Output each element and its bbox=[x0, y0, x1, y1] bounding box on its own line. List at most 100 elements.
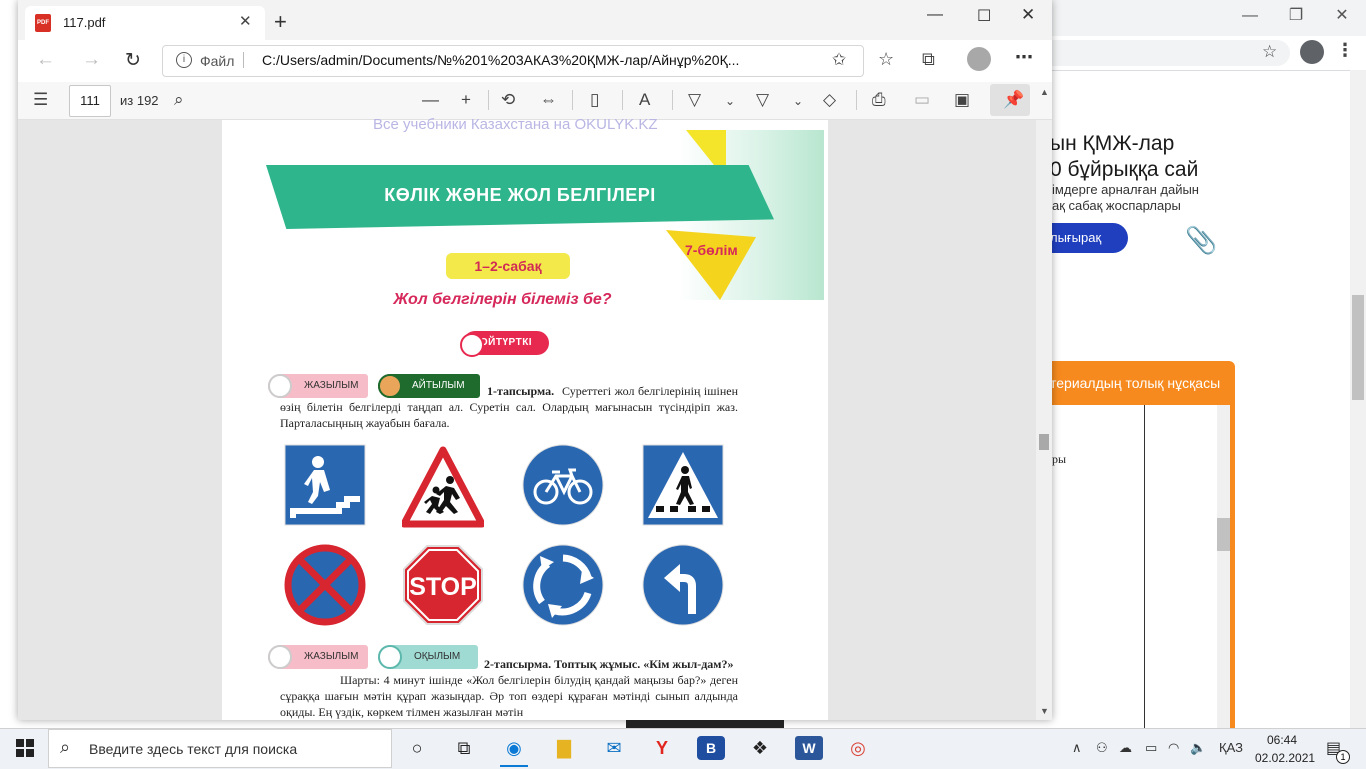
underground-crossing-sign bbox=[284, 444, 366, 526]
fit-page-icon[interactable]: ⇔ bbox=[540, 90, 557, 110]
save-icon[interactable]: ▭ bbox=[914, 90, 930, 110]
page-scroll-thumb[interactable] bbox=[1352, 295, 1364, 400]
collections-icon[interactable]: ⧉ bbox=[922, 49, 935, 70]
minimize-button[interactable]: — bbox=[927, 6, 943, 24]
ad-line-4: ақ сабақ жоспарлары bbox=[1052, 198, 1181, 213]
address-separator bbox=[243, 52, 244, 68]
bg-menu-icon[interactable]: ⋮ bbox=[1336, 40, 1354, 61]
maximize-button[interactable]: ☐ bbox=[977, 6, 991, 26]
bicycle-path-sign bbox=[522, 444, 604, 526]
draw-dropdown-icon[interactable]: ⌄ bbox=[725, 94, 735, 108]
highlight-icon[interactable]: ▽ bbox=[756, 90, 769, 110]
roundabout-sign bbox=[522, 544, 604, 626]
turn-left-sign bbox=[642, 544, 724, 626]
search-placeholder: Введите здесь текст для поиска bbox=[89, 741, 298, 757]
material-header: териалдың толық нұсқасы bbox=[1050, 361, 1235, 406]
read-aloud-icon[interactable]: A bbox=[639, 90, 650, 110]
toolbar-divider bbox=[572, 90, 573, 110]
viewer-scroll-thumb[interactable] bbox=[1039, 434, 1049, 450]
profile-avatar[interactable] bbox=[967, 47, 991, 71]
notebook-icon bbox=[268, 645, 292, 669]
bg-profile-avatar[interactable] bbox=[1300, 40, 1324, 64]
task2-label: 2-тапсырма. Топтық жұмыс. «Кім жыл-дам?» bbox=[484, 657, 734, 671]
ad-line-2: 0 бұйрыққа сай bbox=[1050, 158, 1199, 181]
background-titlebar bbox=[1052, 0, 1366, 36]
edge-icon[interactable]: ◉ bbox=[500, 736, 528, 760]
task-view-icon[interactable]: ⧉ bbox=[450, 736, 478, 760]
show-hidden-icons[interactable]: ∧ bbox=[1072, 740, 1082, 756]
close-window-button[interactable]: ✕ bbox=[1021, 5, 1035, 25]
task2-text: Шарты: 4 минут ішінде «Жол белгілерін бі… bbox=[280, 673, 738, 719]
cortana-icon[interactable]: ○ bbox=[403, 736, 431, 760]
contents-list-icon[interactable]: ☰ bbox=[33, 90, 48, 110]
back-arrow-icon[interactable]: ← bbox=[36, 49, 55, 71]
ad-more-button[interactable]: лығырақ bbox=[1050, 223, 1128, 253]
windows-start-icon[interactable] bbox=[16, 739, 34, 757]
onedrive-icon[interactable]: ☁ bbox=[1119, 740, 1132, 756]
toolbar-divider bbox=[488, 90, 489, 110]
scroll-up-icon[interactable]: ▲ bbox=[1040, 87, 1049, 97]
zoom-out-icon[interactable]: — bbox=[422, 90, 439, 110]
mail-icon[interactable]: ✉ bbox=[600, 736, 628, 760]
viewer-scrollbar[interactable] bbox=[1036, 120, 1052, 720]
b-app-icon[interactable]: B bbox=[697, 736, 725, 760]
bg-restore-button[interactable]: ❐ bbox=[1284, 6, 1308, 26]
add-favorite-icon[interactable]: ✩ bbox=[832, 50, 846, 70]
ad-line-3: імдерге арналған дайын bbox=[1052, 182, 1199, 197]
tab-close-icon[interactable]: ✕ bbox=[239, 12, 252, 30]
zoom-in-icon[interactable]: + bbox=[461, 90, 471, 110]
forward-arrow-icon[interactable]: → bbox=[82, 49, 101, 71]
scroll-down-icon[interactable]: ▼ bbox=[1040, 706, 1049, 716]
settings-menu-icon[interactable]: ⋯ bbox=[1015, 47, 1033, 68]
wifi-icon[interactable]: ◠ bbox=[1168, 740, 1179, 756]
clock-time[interactable]: 06:44 bbox=[1267, 733, 1297, 747]
dropbox-icon[interactable]: ❖ bbox=[746, 736, 774, 760]
volume-icon[interactable]: 🔈 bbox=[1190, 740, 1206, 756]
bg-close-button[interactable]: ✕ bbox=[1330, 6, 1354, 26]
paperclip-icon: 📎 bbox=[1185, 225, 1218, 255]
file-scheme-label: Файл bbox=[200, 53, 235, 69]
people-icon[interactable]: ⚇ bbox=[1096, 740, 1108, 756]
search-icon[interactable]: ⌕ bbox=[174, 90, 184, 110]
eraser-icon[interactable]: ◇ bbox=[823, 90, 836, 110]
word-icon[interactable]: W bbox=[795, 736, 823, 760]
tab-title: 117.pdf bbox=[63, 15, 106, 30]
material-border bbox=[1230, 405, 1235, 728]
bg-minimize-button[interactable]: — bbox=[1238, 6, 1262, 26]
bg-address-bar[interactable] bbox=[1052, 40, 1290, 66]
clock-date[interactable]: 02.02.2021 bbox=[1255, 751, 1315, 765]
page-number-input[interactable]: 111 bbox=[69, 85, 111, 117]
rotate-icon[interactable]: ⟲ bbox=[501, 90, 515, 110]
panel-text: ры bbox=[1052, 452, 1067, 466]
child-face-icon bbox=[460, 333, 484, 357]
print-icon[interactable]: ⎙ bbox=[872, 90, 886, 110]
chrome-icon[interactable]: ◎ bbox=[844, 736, 872, 760]
save-as-icon[interactable]: ▣ bbox=[954, 90, 970, 110]
pedestrian-crossing-sign bbox=[642, 444, 724, 526]
battery-icon[interactable]: ▭ bbox=[1145, 740, 1157, 756]
children-crossing-sign bbox=[402, 446, 484, 528]
panel-divider bbox=[1144, 405, 1145, 728]
yandex-browser-icon[interactable]: Y bbox=[648, 736, 676, 760]
file-explorer-icon[interactable]: ▇ bbox=[550, 736, 578, 760]
book-icon bbox=[378, 645, 402, 669]
highlight-dropdown-icon[interactable]: ⌄ bbox=[793, 94, 803, 108]
page-view-icon[interactable]: ▯ bbox=[590, 90, 599, 110]
pdf-file-icon: PDF bbox=[35, 14, 51, 32]
url-text[interactable]: C:/Users/admin/Documents/№%201%203АКАЗ%2… bbox=[262, 52, 807, 68]
bg-bookmark-star-icon[interactable]: ☆ bbox=[1262, 42, 1277, 62]
page-count: из 192 bbox=[120, 93, 159, 108]
panel-scroll-thumb[interactable] bbox=[1217, 518, 1230, 551]
tab-117-pdf[interactable] bbox=[25, 6, 265, 40]
toolbar-divider bbox=[622, 90, 623, 110]
language-indicator[interactable]: ҚАЗ bbox=[1219, 740, 1243, 755]
favorites-icon[interactable]: ☆ bbox=[878, 49, 894, 70]
ad-line-1: ын ҚМЖ-лар bbox=[1050, 132, 1175, 155]
new-tab-icon[interactable]: + bbox=[274, 11, 287, 33]
info-icon[interactable]: i bbox=[176, 52, 192, 68]
draw-icon[interactable]: ▽ bbox=[688, 90, 701, 110]
search-icon: ⌕ bbox=[60, 737, 71, 757]
panel-scrollbar[interactable] bbox=[1217, 405, 1230, 728]
refresh-icon[interactable]: ↻ bbox=[125, 49, 141, 72]
task1-text: Суреттегі жол белгілерінің ішінен өзің б… bbox=[280, 384, 738, 430]
